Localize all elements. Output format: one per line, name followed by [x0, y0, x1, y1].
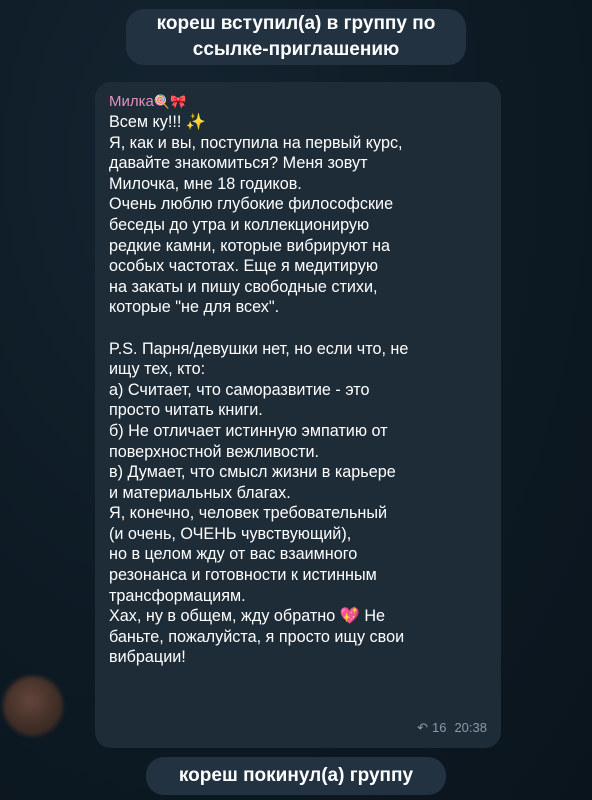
message-line: трансформациям.	[109, 586, 246, 605]
message-line: баньте, пожалуйста, я просто ищу свои	[109, 627, 405, 646]
message-line: Я, как и вы, поступила на первый курс,	[109, 133, 403, 152]
message-line: давайте знакомиться? Меня зовут	[109, 154, 368, 173]
heart-emoji-icon: 💖	[339, 607, 360, 626]
message-line: поверхностной вежливости.	[109, 442, 320, 461]
sender-name[interactable]: Милка🍭🎀	[109, 92, 487, 112]
message-line: ищу тех, кто:	[109, 360, 206, 379]
sender-name-label: Милка	[109, 93, 154, 110]
message-line: редкие камни, которые вибрируют на	[109, 236, 391, 255]
message-line: Милочка, мне 18 годиков.	[109, 174, 302, 193]
message-line: в) Думает, что смысл жизни в карьере	[109, 463, 396, 482]
message-line: Всем ку!!! ✨	[109, 113, 207, 131]
message-line: Я, конечно, человек требовательный	[109, 504, 388, 523]
view-count: 16	[431, 720, 447, 735]
message-line: просто читать книги.	[109, 401, 263, 420]
message-line: (и очень, ОЧЕНЬ чувствующий),	[109, 524, 352, 543]
closing-text: Хах, ну в общем, жду обратно	[109, 607, 340, 626]
message-line: вибрации!	[109, 648, 186, 667]
closing-text-after: Не	[359, 607, 386, 626]
message-line: Очень люблю глубокие философские	[109, 195, 394, 214]
reply-arrow-icon: ↶	[417, 720, 428, 735]
message-text: Всем ку!!! ✨ Я, как и вы, поступила на п…	[109, 112, 487, 668]
message-line: которые "не для всех".	[109, 298, 280, 317]
message-line: б) Не отличает истинную эмпатию от	[109, 421, 388, 440]
service-message-left: кореш покинул(а) группу	[146, 757, 446, 795]
message-line: резонанса и готовности к истинным	[109, 566, 377, 585]
message-meta: ↶ 16 20:38	[417, 720, 487, 736]
user-avatar[interactable]	[3, 676, 63, 736]
sender-emoji-icon: 🍭🎀	[153, 94, 187, 109]
service-message-joined: кореш вступил(а) в группу по ссылке-приг…	[126, 9, 466, 65]
message-line: P.S. Парня/девушки нет, но если что, не	[109, 339, 409, 358]
message-line: а) Считает, что саморазвитие - это	[109, 380, 370, 399]
message-line: на закаты и пишу свободные стихи,	[109, 277, 378, 296]
message-line: и материальных благах.	[109, 483, 291, 502]
message-time: 20:38	[454, 720, 487, 735]
message-line: беседы до утра и коллекционирую	[109, 215, 370, 234]
message-bubble[interactable]: Милка🍭🎀 Всем ку!!! ✨ Я, как и вы, поступ…	[95, 82, 501, 748]
message-line: но в целом жду от вас взаимного	[109, 545, 358, 564]
message-line: Хах, ну в общем, жду обратно 💖 Не	[109, 606, 487, 627]
message-line: особых частотах. Еще я медитирую	[109, 257, 378, 276]
